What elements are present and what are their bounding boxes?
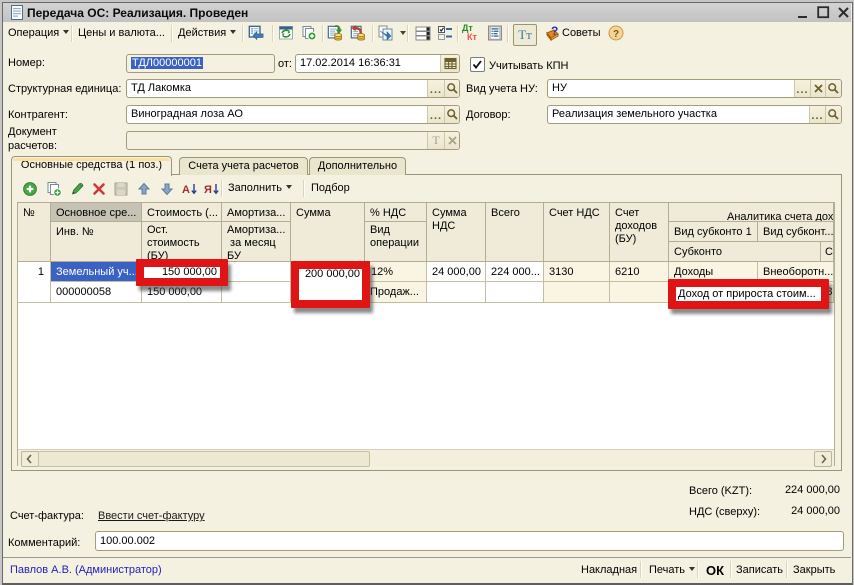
- svg-text:А: А: [182, 184, 190, 196]
- svg-text:?: ?: [551, 25, 558, 38]
- svg-text:?: ?: [613, 29, 619, 40]
- svg-text:Я: Я: [204, 184, 212, 196]
